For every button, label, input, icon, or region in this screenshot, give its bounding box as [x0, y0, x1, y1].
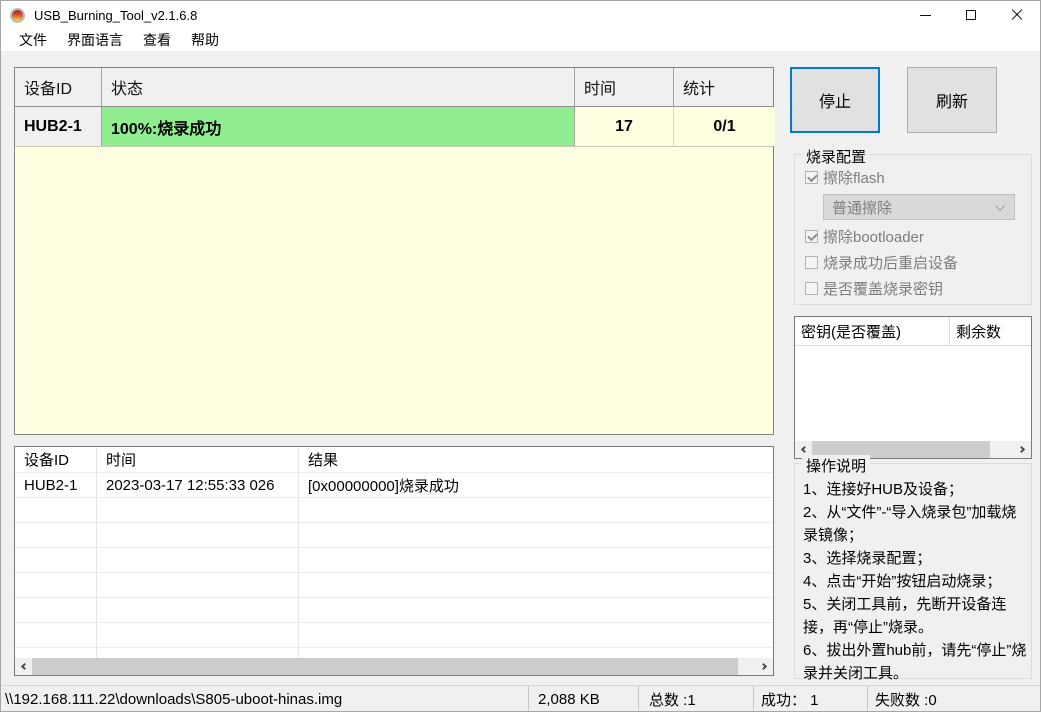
key-table-body — [795, 346, 1031, 441]
minimize-button[interactable] — [902, 1, 948, 29]
device-table-header: 设备ID 状态 时间 统计 — [15, 68, 773, 107]
burn-config-title: 烧录配置 — [802, 146, 871, 167]
erase-bootloader-label: 擦除bootloader — [823, 228, 924, 246]
log-row[interactable]: HUB2-1 2023-03-17 12:55:33 026 [0x000000… — [15, 473, 773, 498]
reboot-label: 烧录成功后重启设备 — [823, 254, 959, 272]
log-empty-row — [15, 623, 773, 648]
log-table-header: 设备ID 时间 结果 — [15, 447, 773, 473]
menu-bar: 文件 界面语言 查看 帮助 — [1, 29, 1040, 51]
log-header-result: 结果 — [308, 452, 339, 469]
close-button[interactable] — [994, 1, 1040, 29]
stop-button[interactable]: 停止 — [790, 67, 880, 133]
header-stats: 统计 — [683, 81, 716, 98]
window-title: USB_Burning_Tool_v2.1.6.8 — [34, 7, 198, 23]
chevron-left-icon — [20, 662, 29, 671]
log-header-time: 时间 — [97, 447, 299, 472]
chevron-right-icon — [759, 662, 768, 671]
checkbox-erase-bootloader[interactable]: 擦除bootloader — [805, 228, 924, 246]
burn-time-cell: 17 — [575, 107, 674, 146]
instruction-line: 4、点击“开始”按钮启动烧录； — [803, 573, 1002, 590]
log-empty-row — [15, 598, 773, 623]
erase-mode-dropdown[interactable]: 普通擦除 — [823, 194, 1015, 220]
log-empty-row — [15, 573, 773, 598]
log-device-cell: HUB2-1 — [15, 473, 97, 497]
menu-help[interactable]: 帮助 — [181, 29, 229, 51]
log-table: 设备ID 时间 结果 HUB2-1 2023-03-17 12:55:33 02… — [14, 446, 774, 676]
log-table-rows: 设备ID 时间 结果 HUB2-1 2023-03-17 12:55:33 02… — [15, 447, 773, 658]
header-time: 时间 — [575, 68, 674, 106]
log-result-cell: [0x00000000]烧录成功 — [308, 477, 459, 495]
checkbox-checked-icon — [805, 170, 818, 184]
instruction-line: 5、关闭工具前，先断开设备连接，再“停止”烧录。 — [803, 596, 1007, 636]
device-status-table: 设备ID 状态 时间 统计 HUB2-1 100%:烧录成功 17 0/1 — [14, 67, 775, 435]
header-remaining: 剩余数 — [956, 323, 1002, 341]
instructions-text: 1、连接好HUB及设备； 2、从“文件”-“导入烧录包”加载烧录镜像； 3、选择… — [803, 478, 1027, 685]
checkbox-reboot-after-success[interactable]: 烧录成功后重启设备 — [805, 254, 959, 272]
scrollbar-thumb[interactable] — [32, 658, 738, 675]
device-row[interactable]: HUB2-1 100%:烧录成功 17 0/1 — [15, 107, 775, 147]
status-total-count: 总数 :1 — [639, 686, 754, 711]
checkbox-unchecked-icon — [805, 255, 818, 269]
close-icon — [1011, 9, 1023, 21]
menu-language[interactable]: 界面语言 — [57, 29, 133, 51]
maximize-button[interactable] — [948, 1, 994, 29]
chevron-down-icon — [995, 200, 1006, 211]
key-table-header: 密钥(是否覆盖) 剩余数 — [795, 317, 1031, 346]
checkbox-unchecked-icon — [805, 281, 818, 295]
scroll-right-button[interactable] — [1014, 441, 1031, 458]
checkbox-checked-icon — [805, 229, 818, 243]
instructions-title: 操作说明 — [802, 455, 871, 476]
log-empty-row — [15, 498, 773, 523]
status-bar: \\192.168.111.22\downloads\S805-uboot-hi… — [1, 685, 1040, 711]
log-empty-row — [15, 548, 773, 573]
instruction-line: 1、连接好HUB及设备； — [803, 481, 964, 498]
log-time-cell: 2023-03-17 12:55:33 026 — [97, 473, 299, 497]
title-bar: USB_Burning_Tool_v2.1.6.8 — [1, 1, 1040, 29]
scroll-left-button[interactable] — [15, 658, 32, 675]
menu-file[interactable]: 文件 — [9, 29, 57, 51]
key-table: 密钥(是否覆盖) 剩余数 — [794, 316, 1032, 459]
app-window: USB_Burning_Tool_v2.1.6.8 文件 界面语言 查看 帮助 … — [0, 0, 1041, 712]
burn-config-group: 烧录配置 擦除flash 普通擦除 擦除bootloader 烧录成功后重启设备… — [794, 146, 1032, 305]
chevron-right-icon — [1017, 445, 1026, 454]
instructions-group: 操作说明 1、连接好HUB及设备； 2、从“文件”-“导入烧录包”加载烧录镜像；… — [794, 455, 1032, 682]
menu-view[interactable]: 查看 — [133, 29, 181, 51]
status-success-count: 成功： 1 — [754, 686, 868, 711]
burn-status-cell: 100%:烧录成功 — [102, 107, 575, 146]
header-status: 状态 — [102, 68, 575, 106]
log-table-scrollbar[interactable] — [15, 658, 773, 675]
overwrite-key-label: 是否覆盖烧录密钥 — [823, 280, 944, 298]
log-header-device: 设备ID — [15, 447, 97, 472]
app-icon — [10, 7, 25, 23]
window-controls — [902, 1, 1040, 29]
chevron-left-icon — [800, 445, 809, 454]
checkbox-erase-flash[interactable]: 擦除flash — [805, 169, 885, 187]
log-empty-row — [15, 648, 773, 658]
header-key: 密钥(是否覆盖) — [795, 317, 950, 345]
status-file-path: \\192.168.111.22\downloads\S805-uboot-hi… — [1, 686, 529, 711]
instruction-line: 3、选择烧录配置； — [803, 550, 932, 567]
burn-stats-cell: 0/1 — [674, 107, 775, 146]
erase-mode-value: 普通擦除 — [832, 199, 893, 217]
instruction-line: 6、拔出外置hub前，请先“停止”烧录并关闭工具。 — [803, 642, 1027, 682]
refresh-button[interactable]: 刷新 — [907, 67, 997, 133]
erase-flash-label: 擦除flash — [823, 169, 885, 187]
status-failed-count: 失败数 :0 — [875, 692, 937, 709]
device-id-cell: HUB2-1 — [15, 107, 102, 146]
checkbox-overwrite-key[interactable]: 是否覆盖烧录密钥 — [805, 280, 944, 298]
instruction-line: 2、从“文件”-“导入烧录包”加载烧录镜像； — [803, 504, 1017, 544]
header-device-id: 设备ID — [15, 68, 102, 106]
minimize-icon — [919, 14, 931, 16]
maximize-icon — [966, 10, 976, 20]
status-file-size: 2,088 KB — [529, 686, 639, 711]
log-empty-row — [15, 523, 773, 548]
scroll-right-button[interactable] — [756, 658, 773, 675]
